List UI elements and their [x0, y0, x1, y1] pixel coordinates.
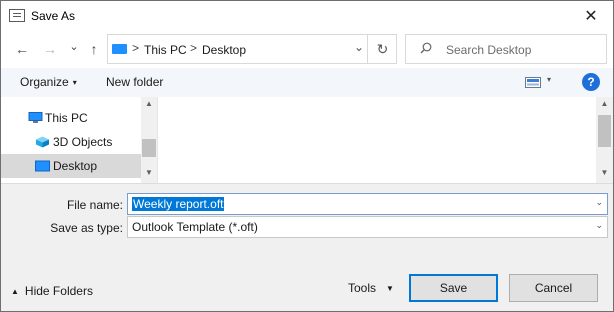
tree-item-desktop[interactable]: Desktop — [1, 154, 141, 178]
navigation-bar: ← → ⌄ ↑ > This PC > Desktop ⌄ ↻ Search D… — [1, 31, 613, 67]
address-dropdown-icon[interactable]: ⌄ — [350, 40, 368, 54]
hide-folders-label: Hide Folders — [24, 284, 93, 298]
breadcrumb-this-pc[interactable]: This PC — [144, 43, 187, 57]
tree-scrollbar[interactable]: ▲ ▼ — [141, 97, 157, 183]
tools-dropdown-icon: ▼ — [386, 284, 394, 294]
view-options-dropdown-icon[interactable]: ▾ — [547, 75, 551, 84]
command-bar: Organize ▾ New folder ▾ ? — [1, 68, 613, 97]
forward-arrow-icon[interactable]: → — [41, 40, 59, 58]
breadcrumb-desktop[interactable]: Desktop — [202, 43, 246, 57]
organize-dropdown-icon: ▾ — [72, 78, 77, 88]
file-name-value: Weekly report.oft — [132, 197, 225, 211]
tools-button[interactable]: Tools ▼ — [348, 281, 394, 295]
up-arrow-icon[interactable]: ↑ — [85, 40, 103, 58]
file-name-label: File name: — [66, 198, 123, 212]
scroll-down-arrow-icon[interactable]: ▼ — [596, 168, 613, 177]
save-window-icon — [9, 9, 25, 22]
scroll-down-arrow-icon[interactable]: ▼ — [141, 168, 157, 177]
save-type-dropdown-icon[interactable]: ⌄ — [595, 220, 603, 231]
close-button[interactable]: ✕ — [569, 1, 613, 31]
tools-label: Tools — [348, 281, 377, 295]
save-type-select[interactable]: Outlook Template (*.oft) ⌄ — [127, 216, 608, 238]
refresh-icon[interactable]: ↻ — [367, 34, 397, 64]
cancel-button[interactable]: Cancel — [509, 274, 598, 302]
file-list-scrollbar[interactable]: ▲ ▼ — [596, 97, 613, 183]
new-folder-button[interactable]: New folder — [106, 75, 163, 89]
scrollbar-thumb[interactable] — [598, 115, 611, 147]
tree-item-label: Desktop — [53, 159, 98, 173]
search-placeholder: Search Desktop — [446, 43, 532, 57]
search-icon — [420, 42, 432, 54]
title-bar: Save As ✕ — [1, 1, 613, 31]
change-view-icon[interactable] — [525, 77, 541, 88]
cube-icon — [36, 136, 49, 148]
desktop-folder-icon — [35, 160, 50, 172]
this-pc-icon — [112, 44, 127, 54]
recent-locations-chevron-icon[interactable]: ⌄ — [65, 38, 83, 56]
tree-item-3d-objects[interactable]: 3D Objects — [1, 130, 141, 154]
tree-item-label: 3D Objects — [53, 135, 113, 149]
save-as-dialog: Save As ✕ ← → ⌄ ↑ > This PC > Desktop ⌄ … — [0, 0, 614, 312]
address-bar[interactable]: > This PC > Desktop ⌄ — [107, 34, 397, 64]
hide-folders-button[interactable]: ▲ Hide Folders — [11, 284, 93, 298]
back-arrow-icon[interactable]: ← — [13, 40, 31, 58]
computer-icon — [28, 112, 43, 123]
scroll-up-arrow-icon[interactable]: ▲ — [596, 99, 613, 108]
file-list-area[interactable] — [158, 97, 596, 183]
breadcrumb-separator-icon: > — [132, 41, 140, 55]
tree-item-this-pc[interactable]: This PC — [1, 106, 141, 130]
breadcrumb-separator-icon: > — [190, 41, 198, 55]
file-name-input[interactable]: Weekly report.oft ⌄ — [127, 193, 608, 215]
help-icon[interactable]: ? — [582, 73, 600, 91]
save-type-label: Save as type: — [50, 221, 123, 235]
tree-item-label: This PC — [45, 111, 88, 125]
file-name-dropdown-icon[interactable]: ⌄ — [595, 197, 603, 208]
organize-label: Organize — [20, 75, 69, 89]
navigation-pane: This PC 3D Objects Desktop — [1, 97, 141, 183]
save-options-panel: File name: Weekly report.oft ⌄ Save as t… — [1, 183, 613, 311]
caret-up-icon: ▲ — [11, 287, 19, 297]
scrollbar-thumb[interactable] — [142, 139, 156, 157]
organize-button[interactable]: Organize ▾ — [20, 75, 77, 89]
search-box[interactable]: Search Desktop — [405, 34, 607, 64]
save-button[interactable]: Save — [409, 274, 498, 302]
window-title: Save As — [31, 9, 76, 23]
save-type-value: Outlook Template (*.oft) — [132, 220, 258, 234]
scroll-up-arrow-icon[interactable]: ▲ — [141, 99, 157, 108]
